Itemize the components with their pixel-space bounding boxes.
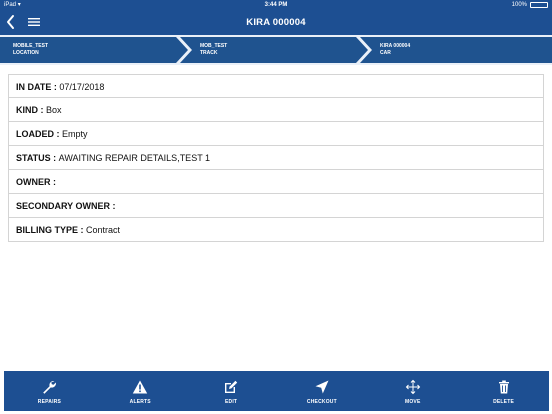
edit-icon: [225, 380, 238, 393]
detail-row-in-date: IN DATE : 07/17/2018: [8, 74, 544, 98]
warning-icon: [133, 380, 148, 394]
breadcrumb-type: CAR: [380, 50, 391, 56]
trash-icon: [498, 380, 509, 394]
alerts-label: ALERTS: [129, 399, 151, 405]
wrench-icon: [43, 381, 57, 394]
battery-status: 100%: [512, 0, 548, 10]
nav-bar: KIRA 000004: [0, 10, 552, 35]
detail-separator: :: [54, 129, 62, 139]
detail-label: IN DATE: [16, 82, 52, 92]
detail-row-status: STATUS : AWAITING REPAIR DETAILS,TEST 1: [8, 146, 544, 170]
detail-row-loaded: LOADED : Empty: [8, 122, 544, 146]
breadcrumb-item-car[interactable]: KIRA 000004 CAR: [360, 37, 552, 63]
detail-separator: :: [38, 105, 46, 115]
detail-value: AWAITING REPAIR DETAILS,TEST 1: [58, 153, 211, 163]
alerts-button[interactable]: ALERTS: [95, 371, 186, 411]
detail-label: BILLING TYPE: [16, 225, 79, 235]
checkout-button[interactable]: CHECKOUT: [276, 371, 367, 411]
detail-separator: :: [50, 153, 59, 163]
move-icon: [405, 379, 420, 395]
breadcrumb-name: MOBILE_TEST: [13, 43, 49, 49]
car-details: IN DATE : 07/17/2018 KIND : Box LOADED :…: [8, 74, 544, 242]
status-time: 3:44 PM: [264, 2, 288, 8]
detail-label: STATUS: [16, 153, 51, 163]
detail-label: OWNER: [16, 177, 51, 187]
detail-value: Box: [46, 105, 62, 115]
detail-label: SECONDARY OWNER: [16, 201, 111, 211]
breadcrumb-type: LOCATION: [13, 50, 39, 56]
breadcrumb-name: KIRA 000004: [380, 43, 411, 49]
detail-value: 07/17/2018: [59, 82, 105, 92]
detail-label: LOADED: [16, 129, 54, 139]
move-label: MOVE: [404, 399, 421, 405]
checkout-label: CHECKOUT: [306, 399, 337, 405]
detail-separator: :: [50, 177, 56, 187]
breadcrumb-type: TRACK: [200, 50, 218, 56]
status-bar: iPad ▾ 3:44 PM 100%: [0, 0, 552, 10]
battery-icon: [530, 2, 548, 8]
send-icon: [315, 380, 329, 394]
page-title: KIRA 000004: [246, 17, 306, 28]
detail-row-secondary-owner: SECONDARY OWNER :: [8, 194, 544, 218]
edit-button[interactable]: EDIT: [186, 371, 277, 411]
detail-separator: :: [110, 201, 116, 211]
detail-label: KIND: [16, 105, 38, 115]
breadcrumb-item-track[interactable]: MOB_TEST TRACK: [180, 37, 368, 63]
repairs-label: REPAIRS: [37, 399, 62, 405]
detail-row-kind: KIND : Box: [8, 98, 544, 122]
repairs-button[interactable]: REPAIRS: [4, 371, 95, 411]
detail-row-billing-type: BILLING TYPE : Contract: [8, 218, 544, 242]
bottom-toolbar: REPAIRS ALERTS EDIT CHECKOUT MOVE DELETE: [4, 371, 549, 411]
delete-label: DELETE: [493, 399, 515, 405]
edit-label: EDIT: [224, 399, 238, 405]
delete-button[interactable]: DELETE: [458, 371, 549, 411]
breadcrumb-item-location[interactable]: MOBILE_TEST LOCATION: [0, 37, 188, 63]
detail-value: Contract: [86, 225, 121, 235]
breadcrumb-name: MOB_TEST: [200, 43, 228, 49]
detail-separator: :: [78, 225, 87, 235]
battery-percent: 100%: [511, 2, 527, 8]
detail-value: Empty: [62, 129, 88, 139]
move-button[interactable]: MOVE: [367, 371, 458, 411]
detail-row-owner: OWNER :: [8, 170, 544, 194]
breadcrumb: MOBILE_TEST LOCATION MOB_TEST TRACK KIRA…: [0, 35, 552, 65]
